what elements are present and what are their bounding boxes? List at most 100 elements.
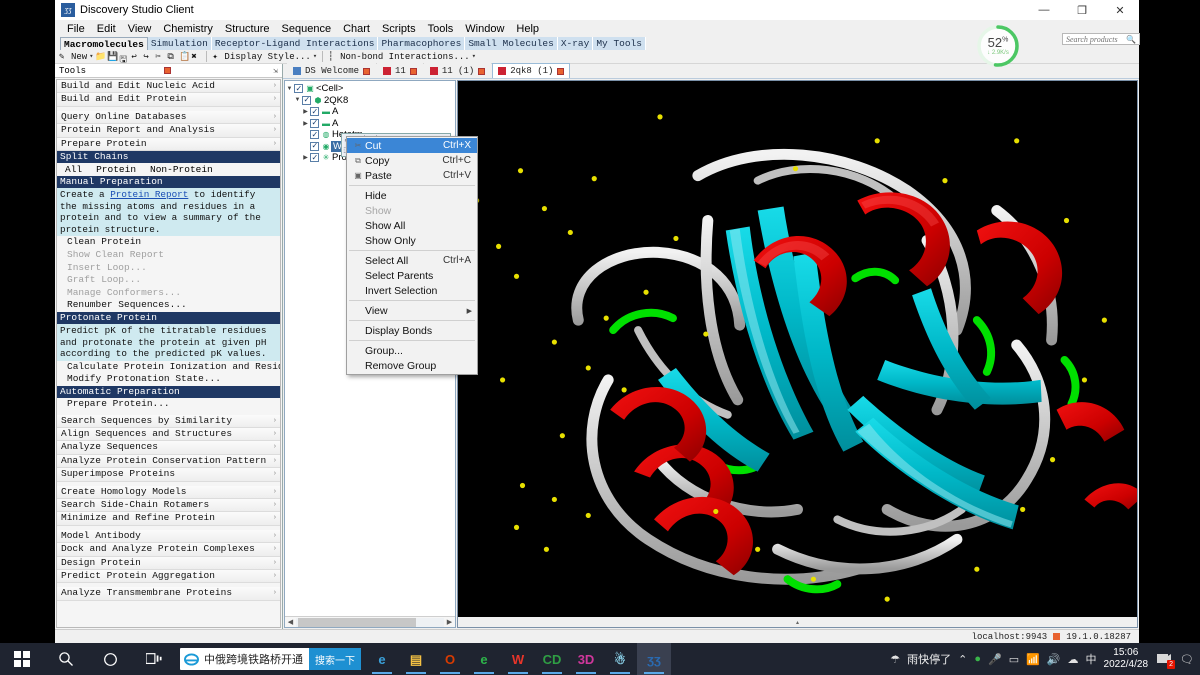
menu-help[interactable]: Help bbox=[510, 22, 545, 36]
context-menu-paste[interactable]: ▣ Paste Ctrl+V bbox=[347, 168, 477, 183]
document-tab-close-icon[interactable] bbox=[409, 67, 417, 75]
tree-node-checkbox[interactable] bbox=[302, 94, 311, 105]
context-menu-select-parents[interactable]: Select Parents bbox=[347, 268, 477, 283]
tool-row-minimize-and-refine-protein[interactable]: Minimize and Refine Protein › bbox=[57, 512, 280, 526]
tree-horizontal-scrollbar[interactable]: ◀ ▶ bbox=[285, 616, 455, 627]
tray-expand-chevron-icon[interactable]: ⌃ bbox=[958, 653, 967, 666]
context-menu-display-bonds[interactable]: Display Bonds bbox=[347, 323, 477, 338]
tools-panel-pin-icon[interactable]: ⇲ bbox=[273, 66, 278, 76]
molecule-3d-viewport[interactable]: ▴ bbox=[457, 80, 1138, 628]
document-tab-ds-welcome[interactable]: DS Welcome bbox=[287, 63, 377, 78]
save-icon[interactable]: 💾 bbox=[107, 52, 118, 62]
new-icon[interactable]: ✎ bbox=[59, 52, 69, 62]
ie-search-widget[interactable]: 中俄跨境铁路桥开通 搜索一下 bbox=[180, 648, 361, 670]
menu-scripts[interactable]: Scripts bbox=[376, 22, 422, 36]
split-chains-all[interactable]: All bbox=[65, 164, 82, 175]
context-menu-select-all[interactable]: Select All Ctrl+A bbox=[347, 253, 477, 268]
taskbar-app-file-explorer[interactable]: ▤ bbox=[399, 643, 433, 675]
taskbar-app-edge[interactable]: e bbox=[365, 643, 399, 675]
menu-chemistry[interactable]: Chemistry bbox=[157, 22, 219, 36]
ribbon-tab-my-tools[interactable]: My Tools bbox=[593, 37, 646, 50]
tree-node-a[interactable]: ▶ ▬A bbox=[285, 117, 455, 130]
tools-list[interactable]: Build and Edit Nucleic Acid › Build and Ed… bbox=[56, 79, 281, 628]
microphone-icon[interactable]: 🎤 bbox=[988, 653, 1002, 666]
menu-edit[interactable]: Edit bbox=[91, 22, 122, 36]
tree-node-a[interactable]: ▶ ▬A bbox=[285, 106, 455, 118]
document-tab-close-icon[interactable] bbox=[557, 67, 565, 75]
new-dropdown-caret-icon[interactable]: ▾ bbox=[89, 52, 93, 61]
tree-node--cell-[interactable]: ▼ ▣<Cell> bbox=[285, 83, 455, 95]
tree-scroll-track[interactable] bbox=[296, 617, 444, 627]
action-center-icon[interactable]: 🗨 bbox=[1180, 653, 1194, 666]
ribbon-tab-simulation[interactable]: Simulation bbox=[147, 37, 212, 50]
taskbar-app-wps[interactable]: W bbox=[501, 643, 535, 675]
tool-row-search-side-chain-rotamers[interactable]: Search Side-Chain Rotamers › bbox=[57, 498, 280, 513]
chevron-right-icon[interactable]: ▶ bbox=[301, 154, 310, 161]
search-icon[interactable]: 🔍 bbox=[1126, 35, 1136, 44]
cortana-circle-icon[interactable] bbox=[88, 643, 132, 675]
document-tab-2qk8-1-[interactable]: 2qk8 (1) bbox=[492, 63, 571, 78]
tool-row-create-homology-models[interactable]: Create Homology Models › bbox=[57, 485, 280, 499]
taskbar-clock[interactable]: 15:06 2022/4/28 bbox=[1104, 647, 1149, 671]
ribbon-tab-receptor-ligand-interactions[interactable]: Receptor-Ligand Interactions bbox=[211, 37, 379, 50]
tree-scroll-left-icon[interactable]: ◀ bbox=[285, 618, 296, 626]
weather-text[interactable]: 雨快停了 bbox=[907, 651, 951, 667]
tree-node-checkbox[interactable] bbox=[310, 117, 319, 128]
wifi-icon[interactable]: 📶 bbox=[1026, 653, 1040, 666]
tree-scroll-thumb[interactable] bbox=[298, 617, 416, 627]
chevron-right-icon[interactable]: ▶ bbox=[301, 108, 310, 115]
menu-structure[interactable]: Structure bbox=[219, 22, 276, 36]
menu-tools[interactable]: Tools bbox=[422, 22, 460, 36]
battery-icon[interactable]: ▭ bbox=[1009, 653, 1019, 666]
cloud-icon[interactable]: ☁ bbox=[1068, 653, 1079, 666]
umbrella-icon[interactable]: ☂ bbox=[890, 653, 900, 666]
start-button[interactable] bbox=[0, 643, 44, 675]
tool-row-analyze-sequences[interactable]: Analyze Sequences › bbox=[57, 441, 280, 455]
delete-icon[interactable]: ✖ bbox=[191, 52, 201, 62]
nonbond-caret-icon[interactable]: ▾ bbox=[472, 52, 476, 61]
taskbar-app-character-app[interactable]: ☃ bbox=[603, 643, 637, 675]
task-view-icon[interactable] bbox=[132, 643, 176, 675]
tool-action-modify-protonation-state[interactable]: Modify Protonation State... bbox=[57, 373, 280, 386]
context-menu[interactable]: ✂ Cut Ctrl+X ⧉ Copy Ctrl+C ▣ Paste Ctrl+V Hide Sho… bbox=[346, 136, 478, 375]
copy-icon[interactable]: ⧉ bbox=[167, 52, 177, 62]
tool-row-analyze-transmembrane-proteins[interactable]: Analyze Transmembrane Proteins › bbox=[57, 587, 280, 601]
document-tab-close-icon[interactable] bbox=[478, 67, 486, 75]
ribbon-tab-pharmacophores[interactable]: Pharmacophores bbox=[378, 37, 466, 50]
tree-node-checkbox[interactable] bbox=[310, 129, 319, 140]
tool-row-analyze-protein-conservation-pattern[interactable]: Analyze Protein Conservation Pattern › bbox=[57, 454, 280, 469]
taskbar-app-office[interactable]: O bbox=[433, 643, 467, 675]
context-menu-hide[interactable]: Hide bbox=[347, 188, 477, 203]
tree-node-checkbox[interactable] bbox=[310, 140, 319, 151]
search-input[interactable] bbox=[1066, 34, 1127, 44]
context-menu-cut[interactable]: ✂ Cut Ctrl+X bbox=[347, 138, 477, 153]
tree-node-checkbox[interactable] bbox=[310, 106, 319, 117]
taskbar-app-3d-app[interactable]: 3D bbox=[569, 643, 603, 675]
nonbond-button[interactable]: Non-bond Interactions... bbox=[340, 52, 470, 62]
tool-row-design-protein[interactable]: Design Protein › bbox=[57, 556, 280, 570]
tool-row-superimpose-proteins[interactable]: Superimpose Proteins › bbox=[57, 468, 280, 482]
chevron-right-icon[interactable]: ▶ bbox=[301, 120, 310, 127]
close-button[interactable]: ✕ bbox=[1101, 0, 1139, 20]
nonbond-icon[interactable]: ┆ bbox=[328, 52, 338, 62]
tool-action-renumber-sequences[interactable]: Renumber Sequences... bbox=[57, 299, 280, 312]
ie-search-text[interactable]: 中俄跨境铁路桥开通 bbox=[202, 651, 309, 667]
tree-node-2qk8[interactable]: ▼ ⬢2QK8 bbox=[285, 94, 455, 107]
taskbar-app-discovery-studio[interactable]: ʒʒ bbox=[637, 643, 671, 675]
notification-icon[interactable]: 2 bbox=[1155, 651, 1176, 669]
document-tab-11[interactable]: 11 bbox=[377, 63, 423, 78]
tool-row-model-antibody[interactable]: Model Antibody › bbox=[57, 529, 280, 544]
taskbar-app-ie-classic[interactable]: e bbox=[467, 643, 501, 675]
chevron-down-icon[interactable]: ▼ bbox=[293, 97, 302, 103]
display-style-button[interactable]: Display Style... bbox=[224, 52, 310, 62]
tool-row-query-online-databases[interactable]: Query Online Databases › bbox=[57, 110, 280, 125]
tool-row-search-sequences-by-similarity[interactable]: Search Sequences by Similarity › bbox=[57, 414, 280, 428]
split-chains-non-protein[interactable]: Non-Protein bbox=[150, 164, 213, 175]
document-tab-close-icon[interactable] bbox=[363, 67, 371, 75]
cut-icon[interactable]: ✂ bbox=[155, 52, 165, 62]
download-progress-widget[interactable]: 52% ↓ 2.9K/s bbox=[976, 24, 1020, 68]
tool-row-predict-protein-aggregation[interactable]: Predict Protein Aggregation › bbox=[57, 570, 280, 584]
tools-panel-close-icon[interactable] bbox=[164, 67, 172, 74]
menu-view[interactable]: View bbox=[122, 22, 158, 36]
tool-action-calculate-protein-ionization-and-residue-pk[interactable]: Calculate Protein Ionization and Residue… bbox=[57, 360, 280, 374]
